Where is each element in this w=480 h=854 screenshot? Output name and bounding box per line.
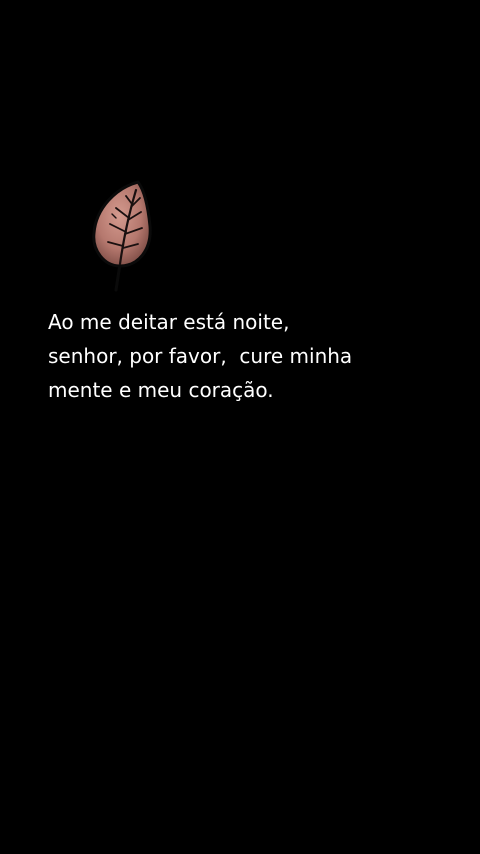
quote-line: senhor, por favor, cure minha bbox=[48, 344, 353, 368]
quote-line: Ao me deitar está noite, bbox=[48, 310, 290, 334]
quote-line: mente e meu coração. bbox=[48, 378, 274, 402]
leaf-icon bbox=[92, 180, 152, 292]
quote-text: Ao me deitar está noite, senhor, por fav… bbox=[48, 305, 448, 407]
story-screen: Ao me deitar está noite, senhor, por fav… bbox=[0, 0, 480, 854]
